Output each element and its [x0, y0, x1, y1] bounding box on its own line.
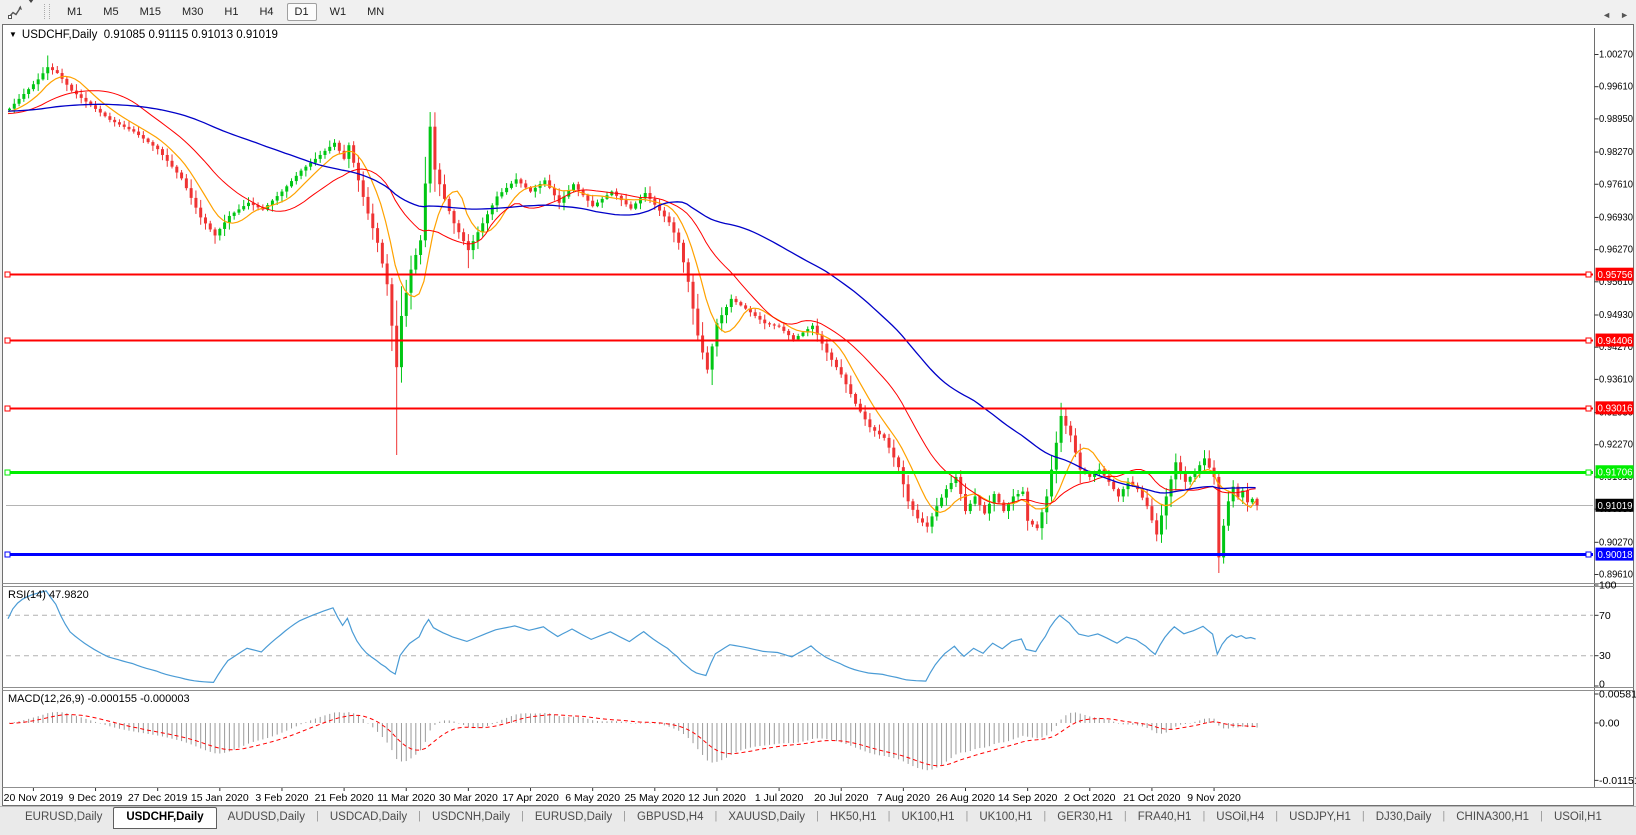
tabs-scroll-right-icon[interactable]: ►: [1620, 10, 1629, 20]
date-axis-label: 30 Mar 2020: [439, 792, 498, 804]
axis-label: 0.94406: [1598, 336, 1633, 347]
line-handle[interactable]: [5, 406, 10, 411]
date-axis-label: 7 Aug 2020: [877, 792, 930, 804]
timeframe-button-M5[interactable]: M5: [95, 3, 126, 21]
chart-tab-usdchf-daily[interactable]: USDCHF,Daily: [113, 807, 216, 829]
chart-tab-usoil-h1[interactable]: USOil,H1: [1543, 807, 1613, 828]
date-axis-label: 15 Jan 2020: [191, 792, 249, 804]
chart-tab-uk100-h1[interactable]: UK100,H1: [890, 807, 965, 828]
chart-tab-fra40-h1[interactable]: FRA40,H1: [1127, 807, 1203, 828]
cursor-chart-icon: [8, 4, 23, 19]
timeframe-button-D1[interactable]: D1: [287, 3, 317, 21]
timeframe-button-H1[interactable]: H1: [216, 3, 246, 21]
rsi-axis-label: 30: [1599, 650, 1611, 662]
timeframe-button-M1[interactable]: M1: [59, 3, 90, 21]
date-axis-label: 9 Nov 2020: [1187, 792, 1241, 804]
timeframe-toolbar: M1 M5 M15 M30 H1 H4 D1 W1MN: [0, 0, 1636, 23]
price-tick-label: 0.94930: [1599, 309, 1633, 321]
chart-tab-uk100-h1[interactable]: UK100,H1: [968, 807, 1043, 828]
timeframe-button-M15[interactable]: M15: [132, 3, 169, 21]
chart-tab-dj30-daily[interactable]: DJ30,Daily: [1365, 807, 1443, 828]
date-axis-label: 26 Aug 2020: [936, 792, 995, 804]
date-axis-label: 20 Nov 2019: [4, 792, 64, 804]
line-handle[interactable]: [5, 272, 10, 277]
chart-window-frame: [3, 25, 1634, 806]
chart-tab-eurusd-daily[interactable]: EURUSD,Daily: [524, 807, 623, 828]
line-handle[interactable]: [1586, 552, 1591, 557]
line-handle[interactable]: [5, 552, 10, 557]
tab-scroll-arrows: ◄ ►: [1602, 10, 1629, 20]
date-axis-label: 6 May 2020: [565, 792, 620, 804]
date-axis-label: 11 Mar 2020: [377, 792, 435, 804]
chart-tab-bar: EURUSD,DailyUSDCHF,DailyAUDUSD,Daily|USD…: [0, 806, 1636, 835]
date-axis-label: 21 Oct 2020: [1123, 792, 1180, 804]
price-tick-label: 0.96270: [1599, 244, 1633, 256]
chart-tab-audusd-daily[interactable]: AUDUSD,Daily: [217, 807, 316, 828]
date-axis-label: 14 Sep 2020: [998, 792, 1058, 804]
axis-label: 0.91706: [1598, 468, 1633, 479]
price-tick-label: 0.90270: [1599, 536, 1633, 548]
chart-tab-china300-h1[interactable]: CHINA300,H1: [1445, 807, 1540, 828]
cursor-tool-button[interactable]: [5, 3, 25, 21]
macd-indicator-label: MACD(12,26,9) -0.000155 -0.000003: [8, 693, 190, 705]
price-tick-label: 0.97610: [1599, 178, 1633, 190]
date-axis-label: 1 Jul 2020: [755, 792, 804, 804]
line-handle[interactable]: [5, 470, 10, 475]
rsi-indicator-label: RSI(14) 47.9820: [8, 589, 89, 601]
price-tick-label: 0.92270: [1599, 439, 1633, 451]
tabs-scroll-left-icon[interactable]: ◄: [1602, 10, 1611, 20]
price-tick-label: 0.99610: [1599, 81, 1633, 93]
chart-tab-eurusd-daily[interactable]: EURUSD,Daily: [14, 807, 113, 828]
macd-axis-label: -0.01151: [1599, 775, 1636, 787]
line-handle[interactable]: [1586, 338, 1591, 343]
chevron-down-icon: [28, 0, 34, 20]
price-tick-label: 0.98950: [1599, 113, 1633, 125]
chart-tab-usdcad-daily[interactable]: USDCAD,Daily: [319, 807, 418, 828]
date-axis-label: 21 Feb 2020: [315, 792, 374, 804]
date-axis-label: 2 Oct 2020: [1064, 792, 1116, 804]
line-handle[interactable]: [1586, 272, 1591, 277]
date-axis-label: 3 Feb 2020: [255, 792, 308, 804]
timeframe-button-MN[interactable]: MN: [359, 3, 392, 21]
macd-axis-label: 0.005818: [1599, 688, 1636, 700]
chart-tab-usdjpy-h1[interactable]: USDJPY,H1: [1278, 807, 1362, 828]
axis-label: 0.93016: [1598, 404, 1633, 415]
collapse-indicator-icon: ▼: [9, 30, 17, 39]
rsi-axis-label: 70: [1599, 610, 1611, 622]
chart-ohlc-title: ▼ USDCHF,Daily 0.91085 0.91115 0.91013 0.…: [9, 29, 278, 41]
chart-canvas[interactable]: 1.00270 0.99610 0.98950 0.98270 0.97610 0.969…: [0, 0, 1636, 835]
line-handle[interactable]: [1586, 406, 1591, 411]
price-tick-label: 0.98270: [1599, 146, 1633, 158]
chart-tab-hk50-h1[interactable]: HK50,H1: [819, 807, 888, 828]
price-tick-label: 0.93610: [1599, 373, 1633, 385]
chart-tab-usdcnh-daily[interactable]: USDCNH,Daily: [421, 807, 521, 828]
axis-label: 0.90018: [1598, 550, 1633, 561]
date-axis-label: 25 May 2020: [624, 792, 685, 804]
rsi-axis-label: 100: [1599, 580, 1617, 592]
toolbar-grip[interactable]: [44, 4, 50, 19]
ohlc-title-text: USDCHF,Daily 0.91085 0.91115 0.91013 0.9…: [22, 29, 278, 41]
chart-tab-xauusd-daily[interactable]: XAUUSD,Daily: [717, 807, 816, 828]
macd-axis-label: 0.00: [1599, 718, 1620, 730]
date-axis-label: 17 Apr 2020: [502, 792, 559, 804]
chart-tab-ger30-h1[interactable]: GER30,H1: [1046, 807, 1124, 828]
cursor-tool-dropdown[interactable]: [25, 3, 41, 21]
chart-tab-usoil-h4[interactable]: USOil,H4: [1205, 807, 1275, 828]
axis-label: 0.95756: [1598, 270, 1633, 281]
timeframe-button-H4[interactable]: H4: [251, 3, 281, 21]
chart-tab-gbpusd-h4[interactable]: GBPUSD,H4: [626, 807, 714, 828]
timeframe-button-W1[interactable]: W1: [322, 3, 355, 21]
date-axis-label: 12 Jun 2020: [688, 792, 746, 804]
axis-label: 0.91019: [1598, 501, 1633, 512]
date-axis-label: 20 Jul 2020: [814, 792, 868, 804]
timeframe-buttons: M1 M5 M15 M30 H1 H4 D1 W1MN: [59, 3, 392, 21]
timeframe-button-M30[interactable]: M30: [174, 3, 211, 21]
price-tick-label: 1.00270: [1599, 49, 1633, 61]
line-handle[interactable]: [5, 338, 10, 343]
price-tick-label: 0.96930: [1599, 211, 1633, 223]
line-handle[interactable]: [1586, 470, 1591, 475]
date-axis-label: 9 Dec 2019: [69, 792, 123, 804]
date-axis-label: 27 Dec 2019: [128, 792, 188, 804]
